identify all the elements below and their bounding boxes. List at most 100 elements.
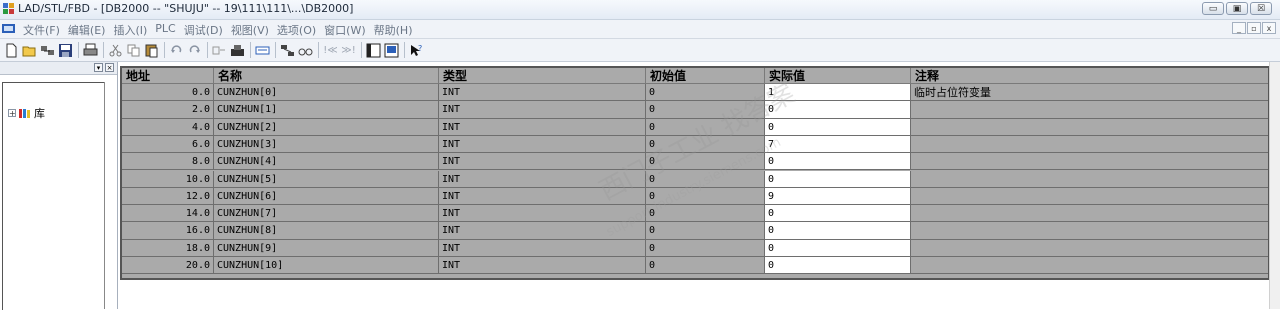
actual-value-cell[interactable]: 0	[765, 118, 911, 136]
name-cell[interactable]: CUNZHUN[8]	[214, 222, 439, 240]
type-cell[interactable]: INT	[439, 153, 646, 171]
cut-icon[interactable]	[107, 42, 124, 59]
redo-icon[interactable]	[186, 42, 203, 59]
mdi-close-button[interactable]: x	[1262, 22, 1276, 34]
minimize-button[interactable]: ▭	[1202, 2, 1224, 15]
mdi-restore-button[interactable]: ▫	[1247, 22, 1261, 34]
initial-value-cell[interactable]: 0	[646, 205, 765, 223]
initial-value-cell[interactable]: 0	[646, 222, 765, 240]
actual-value-cell[interactable]: 7	[765, 135, 911, 154]
maximize-button[interactable]: ▣	[1226, 2, 1248, 15]
actual-value-cell[interactable]: 0	[765, 205, 911, 223]
table-row[interactable]: 14.0 CUNZHUN[7] INT 0 0	[122, 205, 1268, 223]
type-cell[interactable]: INT	[439, 101, 646, 119]
column-header-actual-value[interactable]: 实际值	[765, 68, 911, 84]
type-cell[interactable]: INT	[439, 257, 646, 275]
prev-error-icon[interactable]: !≪	[322, 42, 339, 59]
type-cell[interactable]: INT	[439, 205, 646, 223]
actual-value-cell[interactable]: 0	[765, 101, 911, 119]
new-file-icon[interactable]	[3, 42, 20, 59]
table-row[interactable]: 2.0 CUNZHUN[1] INT 0 0	[122, 101, 1268, 119]
comment-cell[interactable]	[911, 222, 1268, 240]
menu-item[interactable]: PLC	[151, 22, 179, 38]
panel-close-button[interactable]: ×	[105, 63, 114, 72]
initial-value-cell[interactable]: 0	[646, 257, 765, 275]
actual-value-cell[interactable]: 1	[765, 84, 911, 102]
table-row[interactable]: 6.0 CUNZHUN[3] INT 0 7	[122, 135, 1268, 154]
table-row[interactable]: 10.0 CUNZHUN[5] INT 0 0	[122, 170, 1268, 188]
comment-cell[interactable]	[911, 135, 1268, 154]
close-button[interactable]: ☒	[1250, 2, 1272, 15]
type-cell[interactable]: INT	[439, 135, 646, 154]
open-folder-icon[interactable]	[21, 42, 38, 59]
actual-value-cell[interactable]: 0	[765, 239, 911, 257]
menu-item[interactable]: 插入(I)	[109, 22, 151, 38]
type-cell[interactable]: INT	[439, 118, 646, 136]
initial-value-cell[interactable]: 0	[646, 101, 765, 119]
glasses-icon[interactable]	[297, 42, 314, 59]
comment-cell[interactable]	[911, 239, 1268, 257]
mdi-minimize-button[interactable]: _	[1232, 22, 1246, 34]
table-row[interactable]: 16.0 CUNZHUN[8] INT 0 0	[122, 222, 1268, 240]
menu-item[interactable]: 编辑(E)	[64, 22, 110, 38]
menu-item[interactable]: 文件(F)	[19, 22, 64, 38]
type-cell[interactable]: INT	[439, 222, 646, 240]
address-cell[interactable]: 4.0	[122, 118, 214, 136]
menu-item[interactable]: 窗口(W)	[320, 22, 369, 38]
initial-value-cell[interactable]: 0	[646, 239, 765, 257]
address-cell[interactable]: 20.0	[122, 257, 214, 275]
copy-icon[interactable]	[125, 42, 142, 59]
name-cell[interactable]: CUNZHUN[9]	[214, 239, 439, 257]
actual-value-cell[interactable]: 0	[765, 153, 911, 171]
initial-value-cell[interactable]: 0	[646, 170, 765, 188]
comment-cell[interactable]	[911, 205, 1268, 223]
name-cell[interactable]: CUNZHUN[1]	[214, 101, 439, 119]
accessible-nodes-icon[interactable]	[39, 42, 56, 59]
menu-item[interactable]: 视图(V)	[227, 22, 273, 38]
name-cell[interactable]: CUNZHUN[0]	[214, 84, 439, 102]
initial-value-cell[interactable]: 0	[646, 187, 765, 206]
address-cell[interactable]: 8.0	[122, 153, 214, 171]
actual-value-cell[interactable]: 9	[765, 187, 911, 206]
name-cell[interactable]: CUNZHUN[5]	[214, 170, 439, 188]
actual-value-cell[interactable]: 0	[765, 257, 911, 275]
help-pointer-icon[interactable]: ?	[408, 42, 425, 59]
address-cell[interactable]: 14.0	[122, 205, 214, 223]
column-header-address[interactable]: 地址	[122, 68, 214, 84]
address-cell[interactable]: 6.0	[122, 135, 214, 154]
name-cell[interactable]: CUNZHUN[2]	[214, 118, 439, 136]
address-cell[interactable]: 12.0	[122, 187, 214, 206]
name-cell[interactable]: CUNZHUN[10]	[214, 257, 439, 275]
type-cell[interactable]: INT	[439, 84, 646, 102]
address-cell[interactable]: 16.0	[122, 222, 214, 240]
tree-scrollbar[interactable]	[104, 82, 117, 309]
address-cell[interactable]: 10.0	[122, 170, 214, 188]
comment-cell[interactable]: 临时占位符变量	[911, 84, 1268, 102]
overview-icon[interactable]	[365, 42, 382, 59]
name-cell[interactable]: CUNZHUN[6]	[214, 187, 439, 206]
expand-icon[interactable]: +	[8, 109, 16, 118]
vertical-scrollbar[interactable]	[1269, 62, 1280, 309]
actual-value-cell[interactable]: 0	[765, 170, 911, 188]
initial-value-cell[interactable]: 0	[646, 118, 765, 136]
address-cell[interactable]: 18.0	[122, 239, 214, 257]
next-error-icon[interactable]: ≫!	[340, 42, 357, 59]
monitor-icon[interactable]	[254, 42, 271, 59]
type-cell[interactable]: INT	[439, 170, 646, 188]
comment-cell[interactable]	[911, 170, 1268, 188]
column-header-type[interactable]: 类型	[439, 68, 646, 84]
address-cell[interactable]: 2.0	[122, 101, 214, 119]
panel-dropdown-button[interactable]: ▾	[94, 63, 103, 72]
initial-value-cell[interactable]: 0	[646, 135, 765, 154]
comment-cell[interactable]	[911, 118, 1268, 136]
column-header-initial-value[interactable]: 初始值	[646, 68, 765, 84]
table-row[interactable]: 4.0 CUNZHUN[2] INT 0 0	[122, 118, 1268, 136]
print-icon[interactable]	[82, 42, 99, 59]
name-cell[interactable]: CUNZHUN[7]	[214, 205, 439, 223]
document-menu-icon[interactable]	[2, 23, 15, 34]
menu-item[interactable]: 选项(O)	[273, 22, 320, 38]
network-icon[interactable]	[279, 42, 296, 59]
download-icon[interactable]	[211, 42, 228, 59]
undo-icon[interactable]	[168, 42, 185, 59]
name-cell[interactable]: CUNZHUN[4]	[214, 153, 439, 171]
